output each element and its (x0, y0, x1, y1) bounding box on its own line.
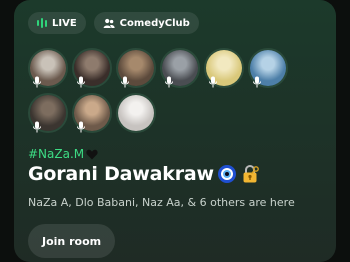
tag-text: #NaZa.M (28, 147, 85, 161)
club-badge[interactable]: ComedyClub (93, 12, 199, 34)
avatar-row (28, 93, 328, 133)
avatar-5[interactable] (204, 48, 244, 88)
mic-icon (33, 121, 41, 133)
avatar-7[interactable] (28, 93, 68, 133)
black-heart-icon (86, 149, 98, 159)
mic-icon (121, 76, 129, 88)
room-card[interactable]: LIVE ComedyClub #NaZa.M Gorani Dawakraw … (14, 0, 336, 262)
room-tag: #NaZa.M (28, 147, 98, 161)
mic-icon (209, 76, 217, 88)
mic-icon (33, 76, 41, 88)
avatar-1[interactable] (28, 48, 68, 88)
avatar-row (28, 48, 328, 88)
avatar-9[interactable] (116, 93, 156, 133)
participants-summary: NaZa A, Dlo Babani, Naz Aa, & 6 others a… (28, 196, 295, 209)
avatar-6[interactable] (248, 48, 288, 88)
room-title-text: Gorani Dawakraw (28, 163, 214, 185)
club-label: ComedyClub (119, 17, 190, 29)
avatar-3[interactable] (116, 48, 156, 88)
avatar-2[interactable] (72, 48, 112, 88)
people-icon (103, 18, 115, 28)
mic-icon (253, 76, 261, 88)
room-badges: LIVE ComedyClub (28, 12, 199, 34)
mic-icon (77, 121, 85, 133)
room-title: Gorani Dawakraw (28, 163, 260, 185)
lock-key-icon (243, 164, 259, 183)
live-bars-icon (37, 18, 47, 28)
join-room-button[interactable]: Join room (28, 224, 116, 258)
live-badge: LIVE (28, 12, 86, 34)
mic-icon (165, 76, 173, 88)
live-label: LIVE (52, 17, 77, 29)
nazar-eye-icon (217, 165, 236, 183)
mic-icon (77, 76, 85, 88)
avatar-8[interactable] (72, 93, 112, 133)
participant-avatars (28, 48, 328, 138)
avatar-4[interactable] (160, 48, 200, 88)
